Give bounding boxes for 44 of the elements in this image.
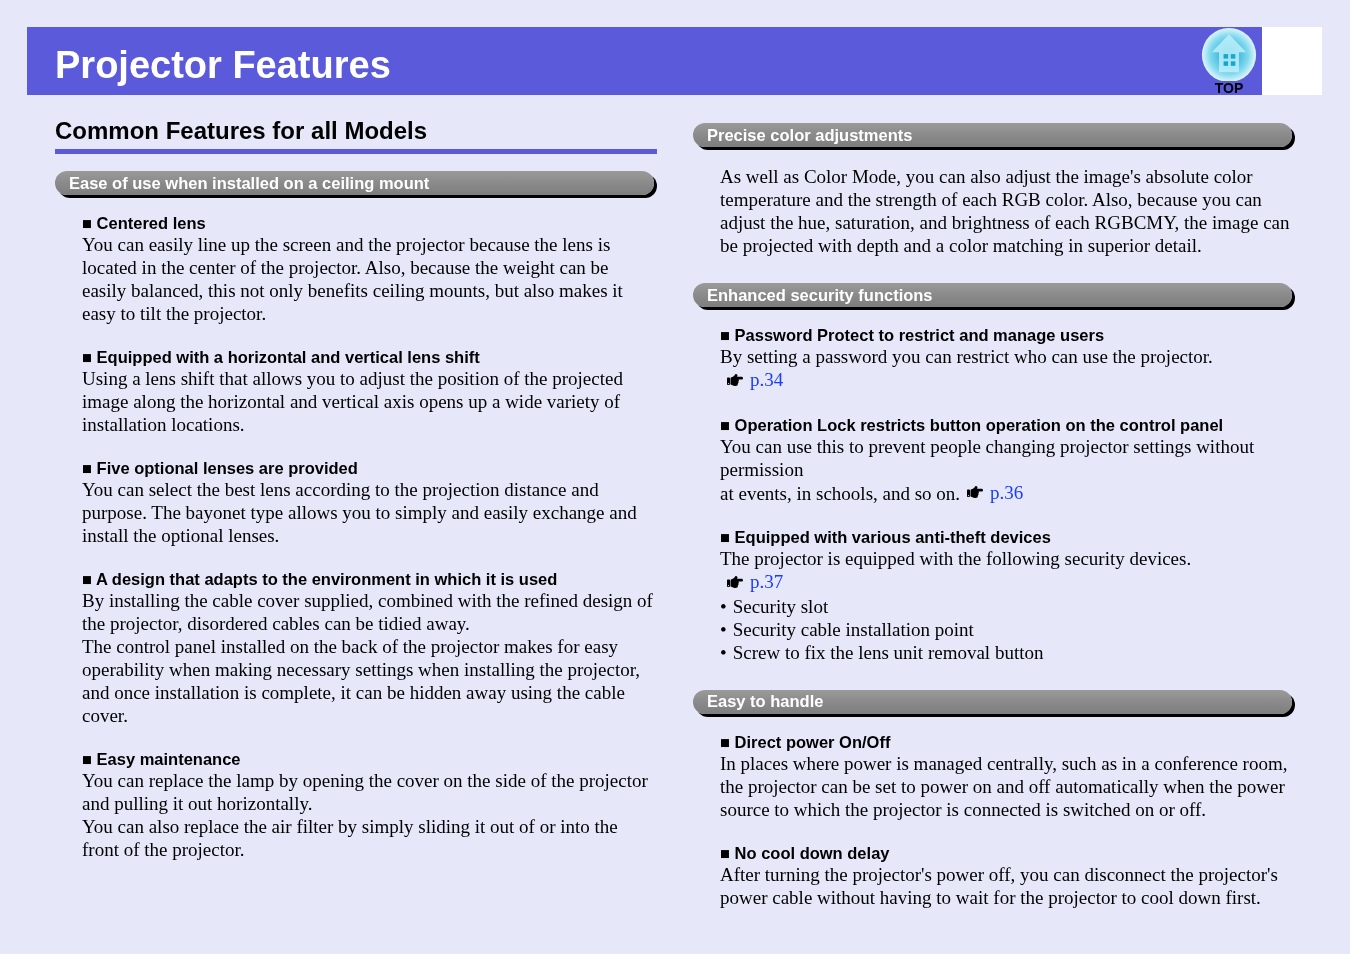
body-text: the projector can be set to power on and off automatically when the power source to which the projector is connected is switched on or off. (720, 774, 1286, 821)
body-text: After turning the projector's power off, you can disconnect the projector's power cable without having to wait for the projector to cool down first. (720, 862, 1279, 909)
page-title: Projector Features (55, 43, 391, 88)
body-text: The control panel installed on the back of the projector makes for easy operability when making necessary settings when installing the projector, and once installation is complete, it can be hidden away using the cable cover. (82, 635, 641, 727)
header-corner-panel (1262, 27, 1322, 95)
bullet-text: Screw to fix the lens unit removal button (732, 640, 1044, 664)
feature-heading: ■ No cool down delay (720, 842, 891, 863)
body-text: You can select the best lens according to the projection distance and purpose. The bayonet type allows you to simply and easily exchange and install the optional lenses. (82, 478, 638, 547)
page-link[interactable]: p.37 (750, 570, 784, 593)
bullet-text: Security slot (732, 594, 829, 618)
body-text: In places where power is managed centrally, such as in a conference room, (720, 751, 1288, 775)
page-link[interactable]: p.36 (990, 480, 1024, 504)
body-text: You can also replace the air filter by simply sliding it out of or into the front of the projector. (82, 815, 619, 861)
section-title-bar: Precise color adjustments (693, 123, 1292, 147)
feature-heading: ■ A design that adapts to the environment in which it is used (82, 569, 559, 589)
feature-heading: ■ Five optional lenses are provided (82, 458, 359, 478)
body-text: By installing the cable cover supplied, combined with the refined design of the projector, disordered cables can be tidied away. (82, 589, 653, 635)
feature-heading: ■ Direct power On/Off (720, 731, 892, 752)
body-text: at events, in schools, and so on. (720, 482, 961, 505)
feature-heading: ■ Equipped with various anti-theft devices (720, 527, 1052, 547)
section-title-bar: Enhanced security functions (693, 283, 1292, 307)
feature-heading: ■ Centered lens (82, 213, 207, 233)
section-title-bar: Easy to handle (693, 689, 1292, 714)
bullet-text: Security cable installation point (732, 617, 974, 641)
body-text: By setting a password you can restrict who can use the projector. (720, 345, 1213, 368)
section-heading: Common Features for all Models (55, 117, 429, 145)
feature-heading: ■ Easy maintenance (82, 749, 242, 769)
house-icon (1201, 27, 1257, 83)
feature-heading: ■ Equipped with a horizontal and vertical lens shift (82, 347, 481, 367)
bullet-mark: • (720, 594, 727, 618)
body-text: Using a lens shift that allows you to adjust the position of the projected image along the horizontal and vertical axis opens up a wide variety of installation locations. (82, 367, 624, 436)
body-text: As well as Color Mode, you can also adjust the image's absolute color temperature and the strength of each RGB color. Also, because you can adjust the hue, saturation, and brightness of each RGBCMY, the image can be projected with depth and a color matching in superior detail. (720, 165, 1291, 257)
body-text: You can easily line up the screen and the projector because the lens is located in the center of the projector. Also, because the weight can be easily balanced, this not only benefits ceiling mounts, but also makes it easy to tilt the projector. (82, 233, 624, 325)
page-link[interactable]: p.34 (750, 368, 784, 391)
bullet-mark: • (720, 640, 727, 664)
body-text: You can replace the lamp by opening the cover on the side of the projector and pulling it out horizontally. (82, 769, 649, 815)
body-text: The projector is equipped with the following security devices. (720, 547, 1192, 570)
top-button[interactable]: TOP (1198, 27, 1260, 95)
pointing-hand-icon (724, 573, 746, 590)
pointing-hand-icon (724, 371, 746, 388)
feature-heading: ■ Password Protect to restrict and manage users (720, 325, 1106, 345)
section-title-bar: Ease of use when installed on a ceiling mount (55, 171, 654, 195)
feature-heading: ■ Operation Lock restricts button operation on the control panel (720, 414, 1225, 435)
bullet-mark: • (720, 617, 727, 641)
